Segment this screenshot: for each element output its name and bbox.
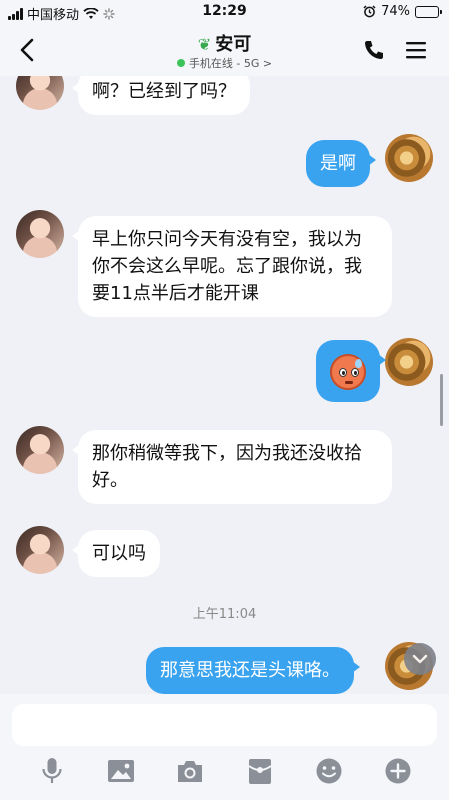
message-received[interactable]: 啊？已经到了吗？ bbox=[72, 76, 250, 115]
microphone-icon[interactable] bbox=[37, 756, 67, 786]
plus-icon[interactable] bbox=[383, 756, 413, 786]
message-received[interactable]: 可以吗 bbox=[72, 530, 160, 577]
online-dot-icon bbox=[176, 59, 185, 67]
message-received[interactable]: 早上你只问今天有没有空，我以为你不会这么早呢。忘了跟你说，我要11点半后才能开课 bbox=[72, 216, 392, 317]
my-avatar[interactable] bbox=[385, 134, 433, 182]
message-received[interactable]: 那你稍微等我下，因为我还没收拾好。 bbox=[72, 430, 392, 504]
composer bbox=[0, 694, 449, 800]
sweat-face-emoji-icon bbox=[330, 354, 366, 390]
message-list[interactable]: 啊？已经到了吗？ 是啊 早上你只问今天有没有空，我以为你不会这么早呢。忘了跟你说… bbox=[0, 76, 449, 694]
message-input[interactable] bbox=[12, 704, 437, 746]
image-icon[interactable] bbox=[106, 756, 136, 786]
contact-avatar[interactable] bbox=[16, 426, 64, 474]
status-right: 74% bbox=[363, 4, 442, 19]
alarm-icon bbox=[363, 5, 376, 18]
contact-avatar[interactable] bbox=[16, 526, 64, 574]
contact-avatar[interactable] bbox=[16, 76, 64, 110]
sprout-icon: ❦ bbox=[197, 35, 212, 54]
phone-call-icon[interactable] bbox=[362, 38, 386, 62]
message-sent[interactable]: 那意思我还是头课咯。 bbox=[146, 647, 360, 694]
battery-icon bbox=[415, 5, 442, 18]
chat-header: ❦ 安可 手机在线 - 5G > bbox=[0, 24, 449, 76]
composer-toolbar bbox=[0, 756, 449, 788]
my-avatar[interactable] bbox=[385, 338, 433, 386]
scroll-to-bottom-button[interactable] bbox=[404, 643, 436, 675]
message-sent[interactable]: 是啊 bbox=[306, 140, 376, 187]
red-packet-icon[interactable] bbox=[245, 756, 275, 786]
contact-name: 安可 bbox=[215, 34, 252, 55]
contact-avatar[interactable] bbox=[16, 210, 64, 258]
emoji-icon[interactable] bbox=[314, 756, 344, 786]
chevron-down-icon bbox=[412, 654, 428, 664]
camera-icon[interactable] bbox=[175, 756, 205, 786]
message-timestamp: 上午11:04 bbox=[192, 607, 257, 622]
battery-percent: 74% bbox=[381, 4, 410, 19]
scrollbar[interactable] bbox=[440, 374, 443, 426]
status-bar: 中国移动 12:29 74% bbox=[0, 0, 449, 24]
online-status-text: 手机在线 - 5G > bbox=[188, 57, 273, 70]
message-sent-emoji[interactable] bbox=[316, 340, 386, 402]
menu-icon[interactable] bbox=[404, 38, 428, 62]
